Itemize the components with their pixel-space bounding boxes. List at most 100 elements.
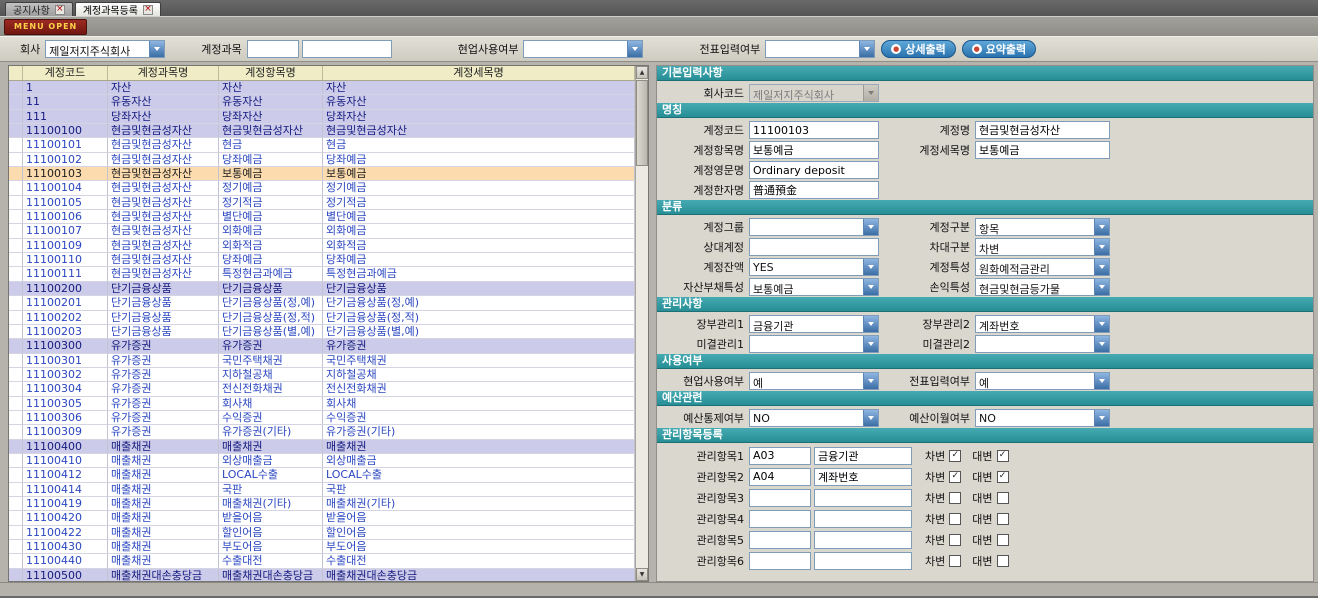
scroll-up-icon[interactable]: ▲ [636, 66, 648, 79]
debit-checkbox[interactable] [949, 555, 961, 567]
mgmt-item-name-input[interactable] [814, 447, 912, 465]
account-balance-select[interactable]: YES [749, 258, 879, 276]
profit-loss-select[interactable]: 현금및현금등가물 [975, 278, 1110, 296]
asset-liability-select[interactable]: 보통예금 [749, 278, 879, 296]
grid-row[interactable]: 11100107현금및현금성자산외화예금외화예금 [9, 224, 635, 238]
mgmt-item-name-input[interactable] [814, 489, 912, 507]
mgmt-item-code-input[interactable] [749, 510, 811, 528]
credit-checkbox[interactable] [997, 513, 1009, 525]
grid-row[interactable]: 11100301유가증권국민주택채권국민주택채권 [9, 354, 635, 368]
mgmt-item-code-input[interactable] [749, 531, 811, 549]
scroll-down-icon[interactable]: ▼ [636, 568, 648, 581]
tab-notice[interactable]: 공지사항 × [5, 2, 73, 16]
grid-row[interactable]: 11100201단기금융상품단기금융상품(정,예)단기금융상품(정,예) [9, 296, 635, 310]
grid-row[interactable]: 111당좌자산당좌자산당좌자산 [9, 110, 635, 124]
grid-row[interactable]: 11100306유가증권수익증권수익증권 [9, 411, 635, 425]
grid-row[interactable]: 11100104현금및현금성자산정기예금정기예금 [9, 181, 635, 195]
credit-checkbox[interactable]: ✓ [997, 471, 1009, 483]
menu-open-button[interactable]: MENU OPEN [4, 19, 87, 35]
detail-print-button[interactable]: ● 상세출력 [881, 40, 955, 58]
item-name-field[interactable] [749, 141, 879, 159]
english-name-field[interactable] [749, 161, 879, 179]
budget-control-select[interactable]: NO [749, 409, 879, 427]
grid-row[interactable]: 11100111현금및현금성자산특정현금과예금특정현금과예금 [9, 267, 635, 281]
debit-checkbox[interactable] [949, 513, 961, 525]
grid-row[interactable]: 11100100현금및현금성자산현금및현금성자산현금및현금성자산 [9, 124, 635, 138]
grid-row[interactable]: 11100309유가증권유가증권(기타)유가증권(기타) [9, 425, 635, 439]
grid-row[interactable]: 11100106현금및현금성자산별단예금별단예금 [9, 210, 635, 224]
grid-row[interactable]: 11100200단기금융상품단기금융상품단기금융상품 [9, 282, 635, 296]
status-band [0, 582, 1318, 596]
mgmt-item-name-input[interactable] [814, 468, 912, 486]
debit-credit-select[interactable]: 차변 [975, 238, 1110, 256]
field-use-select[interactable] [523, 40, 643, 58]
mgmt-item-name-input[interactable] [814, 510, 912, 528]
credit-checkbox[interactable] [997, 492, 1009, 504]
grid-row[interactable]: 11유동자산유동자산유동자산 [9, 95, 635, 109]
detail-panel: 기본입력사항 회사코드 제일저지주식회사 명칭 계정코드 계정명 계정항목명 계… [656, 65, 1314, 582]
grid-row[interactable]: 11100420매출채권받을어음받을어음 [9, 511, 635, 525]
slip-entry-select[interactable] [765, 40, 875, 58]
company-select[interactable]: 제일저지주식회사 [45, 40, 165, 58]
budget-carryover-select[interactable]: NO [975, 409, 1110, 427]
mgmt-item-code-input[interactable] [749, 489, 811, 507]
debit-checkbox[interactable]: ✓ [949, 450, 961, 462]
credit-checkbox[interactable] [997, 555, 1009, 567]
field-use-detail-select[interactable]: 예 [749, 372, 879, 390]
mgmt-item-code-input[interactable] [749, 552, 811, 570]
scrollbar-thumb[interactable] [636, 80, 648, 166]
mgmt-item-code-input[interactable] [749, 447, 811, 465]
grid-row[interactable]: 11100302유가증권지하철공채지하철공채 [9, 368, 635, 382]
grid-row[interactable]: 11100414매출채권국판국판 [9, 483, 635, 497]
debit-checkbox[interactable] [949, 492, 961, 504]
account-trait-select[interactable]: 원화예적금관리 [975, 258, 1110, 276]
grid-row[interactable]: 11100109현금및현금성자산외화적금외화적금 [9, 239, 635, 253]
grid-row[interactable]: 11100300유가증권유가증권유가증권 [9, 339, 635, 353]
grid-row[interactable]: 11100102현금및현금성자산당좌예금당좌예금 [9, 153, 635, 167]
grid-row[interactable]: 1자산자산자산 [9, 81, 635, 95]
grid-row[interactable]: 11100430매출채권부도어음부도어음 [9, 540, 635, 554]
account-group-select[interactable] [749, 218, 879, 236]
grid-row[interactable]: 11100101현금및현금성자산현금현금 [9, 138, 635, 152]
account-name-field[interactable] [975, 121, 1110, 139]
grid-row[interactable]: 11100305유가증권회사채회사채 [9, 397, 635, 411]
grid-row[interactable]: 11100500매출채권대손충당금매출채권대손충당금매출채권대손충당금 [9, 569, 635, 582]
counter-account-field[interactable] [749, 238, 879, 256]
open-mgmt1-select[interactable] [749, 335, 879, 353]
grid-row[interactable]: 11100304유가증권전신전화채권전신전화채권 [9, 382, 635, 396]
grid-row[interactable]: 11100202단기금융상품단기금융상품(정,적)단기금융상품(정,적) [9, 311, 635, 325]
credit-checkbox[interactable] [997, 534, 1009, 546]
grid-row[interactable]: 11100103현금및현금성자산보통예금보통예금 [9, 167, 635, 181]
grid-scrollbar[interactable]: ▲ ▼ [635, 66, 648, 581]
hanja-name-field[interactable] [749, 181, 879, 199]
credit-checkbox[interactable]: ✓ [997, 450, 1009, 462]
grid-row[interactable]: 11100412매출채권LOCAL수출LOCAL수출 [9, 468, 635, 482]
grid-row[interactable]: 11100110현금및현금성자산당좌예금당좌예금 [9, 253, 635, 267]
close-icon[interactable]: × [55, 5, 65, 15]
account-balance-value: YES [750, 259, 863, 275]
account-code-input[interactable] [247, 40, 299, 58]
tab-account-registration[interactable]: 계정과목등록 × [75, 2, 161, 16]
close-icon[interactable]: × [143, 5, 153, 15]
book-mgmt2-select[interactable]: 계좌번호 [975, 315, 1110, 333]
book-mgmt1-select[interactable]: 금융기관 [749, 315, 879, 333]
debit-checkbox[interactable] [949, 534, 961, 546]
grid-row[interactable]: 11100410매출채권외상매출금외상매출금 [9, 454, 635, 468]
grid-row[interactable]: 11100203단기금융상품단기금융상품(별,예)단기금융상품(별,예) [9, 325, 635, 339]
account-division-select[interactable]: 항목 [975, 218, 1110, 236]
grid-row[interactable]: 11100419매출채권매출채권(기타)매출채권(기타) [9, 497, 635, 511]
mgmt-item-name-input[interactable] [814, 552, 912, 570]
grid-row[interactable]: 11100105현금및현금성자산정기적금정기적금 [9, 196, 635, 210]
debit-checkbox[interactable]: ✓ [949, 471, 961, 483]
account-name-input[interactable] [302, 40, 392, 58]
slip-entry-detail-select[interactable]: 예 [975, 372, 1110, 390]
mgmt-item-name-input[interactable] [814, 531, 912, 549]
grid-row[interactable]: 11100422매출채권할인어음할인어음 [9, 526, 635, 540]
grid-row[interactable]: 11100440매출채권수출대전수출대전 [9, 554, 635, 568]
detail-name-field[interactable] [975, 141, 1110, 159]
mgmt-item-code-input[interactable] [749, 468, 811, 486]
account-code-field[interactable] [749, 121, 879, 139]
summary-print-button[interactable]: ● 요약출력 [962, 40, 1036, 58]
grid-row[interactable]: 11100400매출채권매출채권매출채권 [9, 440, 635, 454]
open-mgmt2-select[interactable] [975, 335, 1110, 353]
